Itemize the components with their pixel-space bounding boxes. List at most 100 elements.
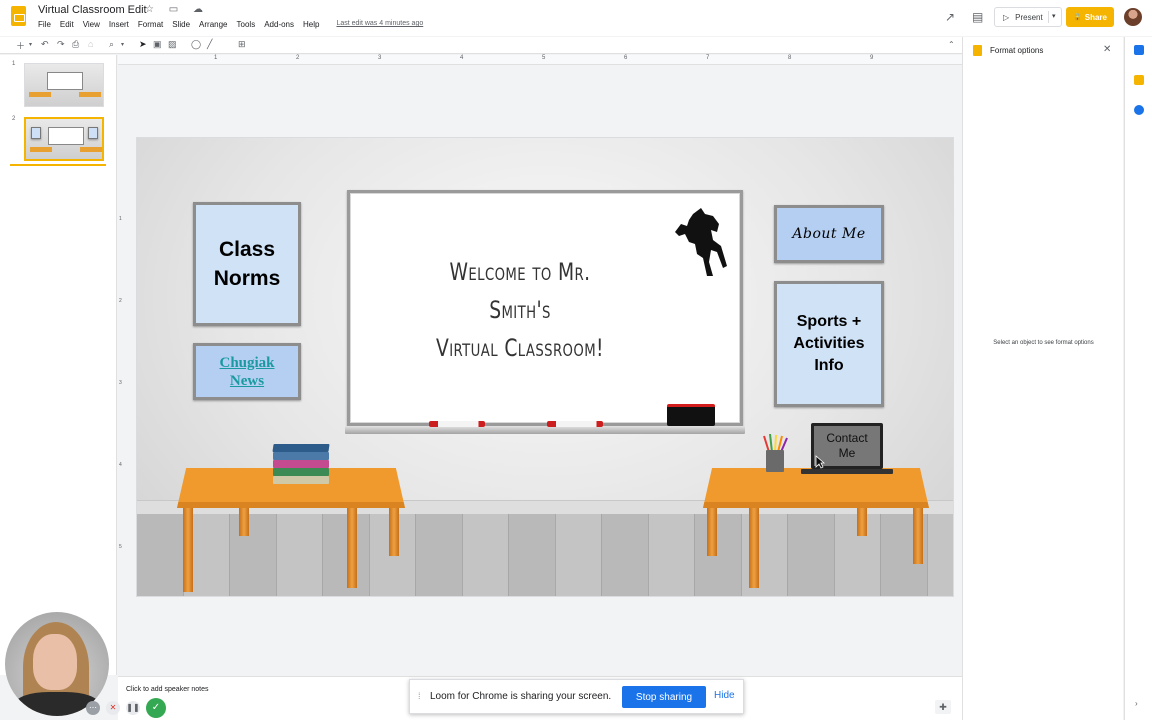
- menu-insert[interactable]: Insert: [109, 20, 129, 29]
- drag-handle-icon[interactable]: ⁞: [418, 691, 421, 701]
- speaker-notes-placeholder[interactable]: Click to add speaker notes: [126, 686, 209, 693]
- slide-number: 1: [12, 61, 16, 67]
- comments-icon[interactable]: ▤: [972, 10, 983, 24]
- hide-button[interactable]: Hide: [714, 690, 735, 701]
- menu-help[interactable]: Help: [303, 20, 319, 29]
- select-cursor-icon[interactable]: ➤: [139, 39, 147, 50]
- document-title[interactable]: Virtual Classroom Edit: [38, 4, 147, 16]
- book-stack: [272, 444, 333, 490]
- present-label: Present: [1015, 12, 1043, 22]
- menu-bar: File Edit View Insert Format Slide Arran…: [38, 20, 423, 29]
- present-icon: ▷: [1003, 12, 1010, 22]
- mouse-cursor-icon: [815, 455, 825, 469]
- more-icon[interactable]: ⋯: [86, 701, 100, 715]
- slides-logo-icon[interactable]: [11, 6, 26, 26]
- line-icon[interactable]: ╱: [207, 39, 212, 50]
- menu-view[interactable]: View: [83, 20, 100, 29]
- menu-arrange[interactable]: Arrange: [199, 20, 227, 29]
- sports-activities-link[interactable]: Sports + Activities Info: [774, 281, 884, 407]
- whiteboard-tray: [345, 426, 745, 434]
- add-comment-icon[interactable]: ⊞: [238, 39, 246, 50]
- close-icon[interactable]: ✕: [1103, 44, 1111, 55]
- sharing-message: Loom for Chrome is sharing your screen.: [430, 691, 612, 702]
- wood-floor: [137, 514, 953, 596]
- about-me-label: About Me: [792, 226, 866, 242]
- ruler-mark: 1: [214, 55, 218, 61]
- menu-edit[interactable]: Edit: [60, 20, 74, 29]
- present-button[interactable]: ▷ Present ▾: [994, 7, 1062, 27]
- new-slide-menu-icon[interactable]: ▾: [29, 41, 32, 48]
- move-to-folder-icon[interactable]: ▭: [169, 4, 184, 15]
- zoom-icon[interactable]: ⌕: [109, 39, 114, 50]
- chevron-right-icon[interactable]: ›: [1135, 699, 1138, 708]
- ruler-mark: 5: [119, 544, 122, 550]
- calendar-icon[interactable]: [1134, 45, 1144, 55]
- ruler-mark: 1: [119, 216, 122, 222]
- pencil-cup-icon: [763, 434, 788, 472]
- slide-filmstrip: 1 2: [0, 55, 117, 675]
- paint-format-icon[interactable]: ⌂: [88, 39, 93, 49]
- format-options-icon: [973, 45, 982, 56]
- menu-slide[interactable]: Slide: [172, 20, 190, 29]
- about-me-link[interactable]: About Me: [774, 205, 884, 263]
- redo-icon[interactable]: ↷: [57, 39, 65, 50]
- text-box-icon[interactable]: ▣: [153, 39, 162, 50]
- tasks-icon[interactable]: [1134, 105, 1144, 115]
- pause-icon[interactable]: ❚❚: [126, 701, 140, 715]
- menu-add-ons[interactable]: Add-ons: [264, 20, 294, 29]
- selection-indicator: [10, 164, 106, 166]
- share-button[interactable]: 🔒 Share: [1066, 7, 1114, 27]
- title-actions: ☆ ▭ ☁: [145, 4, 209, 15]
- horse-icon: [675, 208, 727, 276]
- slide-number: 2: [12, 116, 16, 122]
- keep-icon[interactable]: [1134, 75, 1144, 85]
- print-icon[interactable]: ⎙: [72, 39, 79, 50]
- whiteboard-title-line: Welcome to Mr. Smith's: [449, 258, 591, 324]
- laptop-base: [801, 469, 893, 474]
- menu-format[interactable]: Format: [138, 20, 163, 29]
- class-norms-label: Norms: [213, 267, 281, 290]
- sports-label: Sports +: [796, 313, 862, 330]
- ruler-mark: 2: [119, 298, 122, 304]
- star-icon[interactable]: ☆: [145, 4, 160, 15]
- class-norms-label: Class: [218, 238, 276, 261]
- contact-me-label: Me: [838, 446, 856, 460]
- ruler-mark: 8: [788, 55, 792, 61]
- present-divider: [1048, 11, 1049, 23]
- menu-file[interactable]: File: [38, 20, 51, 29]
- ruler-mark: 5: [542, 55, 546, 61]
- slide-thumbnail-selected[interactable]: [24, 117, 104, 161]
- zoom-menu-icon[interactable]: ▾: [121, 41, 124, 48]
- menu-tools[interactable]: Tools: [237, 20, 256, 29]
- red-marker: [547, 421, 603, 427]
- slide-thumbnail[interactable]: [24, 63, 104, 107]
- account-avatar[interactable]: [1124, 8, 1142, 26]
- explore-icon[interactable]: ✚: [935, 700, 951, 714]
- red-marker: [429, 421, 485, 427]
- vertical-ruler: 1 2 3 4 5: [118, 66, 126, 666]
- cancel-recording-icon[interactable]: ✕: [106, 701, 120, 715]
- cloud-saved-icon: ☁: [192, 4, 209, 15]
- new-slide-icon[interactable]: ＋: [16, 39, 25, 52]
- ruler-mark: 3: [378, 55, 382, 61]
- lock-icon: 🔒: [1073, 14, 1082, 21]
- screen-sharing-bar: ⁞ Loom for Chrome is sharing your screen…: [409, 679, 744, 714]
- chevron-down-icon[interactable]: ▾: [1052, 12, 1056, 20]
- chugiak-news-link[interactable]: Chugiak News: [193, 343, 301, 400]
- ruler-mark: 4: [119, 462, 122, 468]
- stop-sharing-button[interactable]: Stop sharing: [622, 686, 706, 708]
- class-norms-link[interactable]: Class Norms: [193, 202, 301, 326]
- activity-trend-icon[interactable]: ↗: [945, 10, 955, 24]
- shape-icon[interactable]: ◯: [191, 39, 201, 50]
- last-edit-link[interactable]: Last edit was 4 minutes ago: [336, 20, 423, 29]
- format-options-panel: Format options ✕ Select an object to see…: [962, 37, 1123, 720]
- side-panel-rail: ›: [1124, 37, 1152, 720]
- eraser: [667, 404, 715, 426]
- image-icon[interactable]: ▨: [168, 39, 177, 50]
- undo-icon[interactable]: ↶: [41, 39, 49, 50]
- finish-recording-icon[interactable]: ✓: [146, 698, 166, 718]
- collapse-toolbar-icon[interactable]: ⌃: [948, 40, 955, 49]
- classroom-slide[interactable]: Welcome to Mr. Smith's Virtual Classroom…: [136, 137, 954, 597]
- format-options-hint: Select an object to see format options: [993, 340, 1094, 346]
- toolbar: ＋ ▾ ↶ ↷ ⎙ ⌂ ⌕ ▾ ➤ ▣ ▨ ◯ ╱ ⊞ ⌃: [0, 37, 962, 54]
